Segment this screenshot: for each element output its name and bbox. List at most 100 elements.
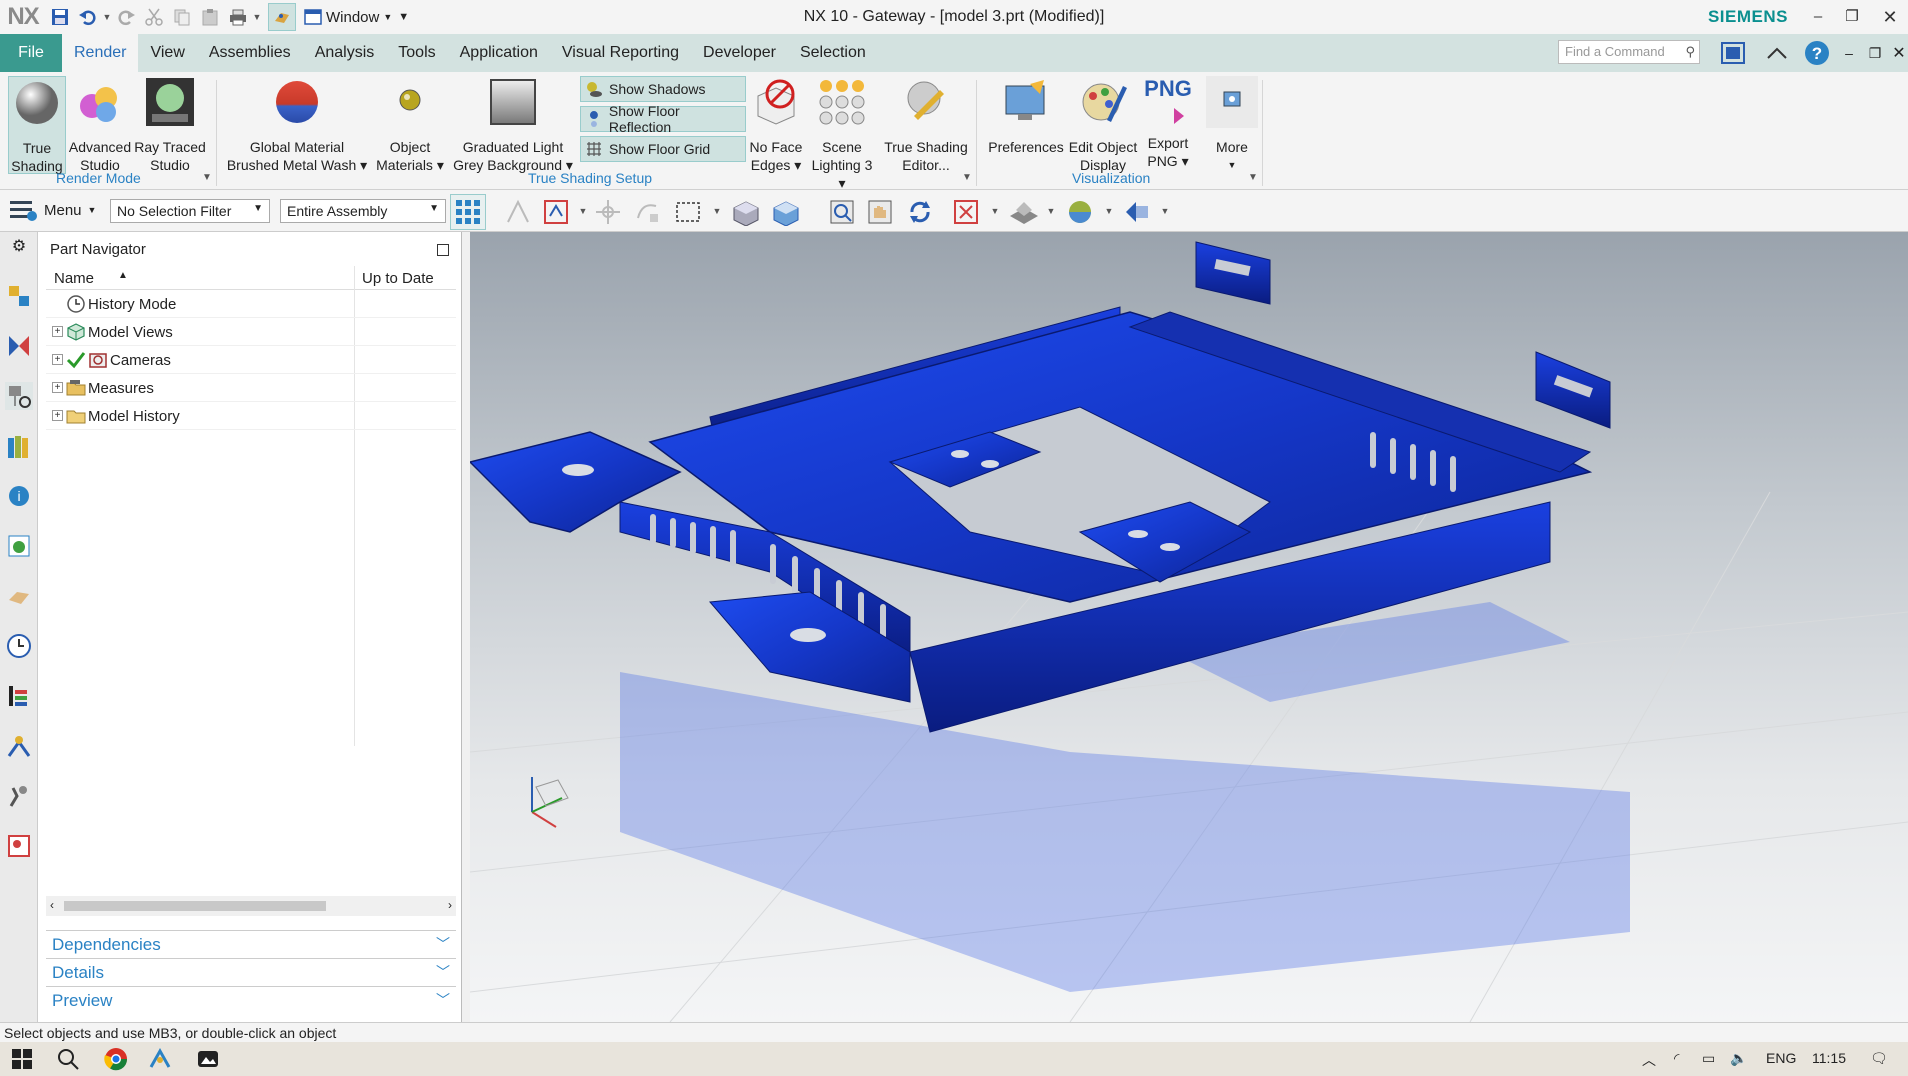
global-material-button[interactable]: Global Material Brushed Metal Wash ▾ xyxy=(226,76,368,174)
details-panel[interactable]: Details ﹀ xyxy=(46,958,456,984)
rectangle-select-caret[interactable]: ▼ xyxy=(712,206,722,216)
graphics-window[interactable] xyxy=(470,232,1908,1022)
object-materials-button[interactable]: Object Materials ▾ xyxy=(374,76,446,174)
point-on-curve-icon[interactable] xyxy=(542,198,570,226)
redo-icon[interactable] xyxy=(112,3,140,31)
main-menu-button[interactable]: Menu ▼ xyxy=(8,198,96,222)
snap-caret[interactable]: ▼ xyxy=(578,206,588,216)
background-icon[interactable] xyxy=(1066,198,1094,226)
web-browser-icon[interactable] xyxy=(5,532,33,560)
selection-scope-dropdown[interactable]: Entire Assembly ▼ xyxy=(280,199,446,223)
cut-icon[interactable] xyxy=(140,3,168,31)
true-shading-button[interactable]: True Shading xyxy=(8,76,66,174)
expand-icon[interactable]: + xyxy=(52,326,63,337)
scroll-thumb[interactable] xyxy=(64,901,326,911)
show-floor-grid-toggle[interactable]: Show Floor Grid xyxy=(580,136,746,162)
rectangle-select-icon[interactable] xyxy=(674,198,702,226)
rendering-style-icon[interactable] xyxy=(1008,198,1038,226)
print-icon[interactable] xyxy=(224,3,252,31)
reuse-library-icon[interactable] xyxy=(5,432,33,460)
tab-application[interactable]: Application xyxy=(448,34,550,72)
tree-row-cameras[interactable]: + Cameras xyxy=(46,346,456,374)
pan-hand-icon[interactable] xyxy=(866,198,894,226)
nx-app-icon[interactable] xyxy=(148,1047,172,1071)
system-clock[interactable]: 11:15 xyxy=(1812,1050,1846,1066)
background-caret[interactable]: ▼ xyxy=(1104,206,1114,216)
preferences-button[interactable]: Preferences xyxy=(988,76,1064,156)
undo-list-caret[interactable]: ▼ xyxy=(102,12,112,22)
tab-visual-reporting[interactable]: Visual Reporting xyxy=(550,34,691,72)
resource-bar-settings-icon[interactable]: ⚙ xyxy=(5,236,33,256)
search-icon[interactable] xyxy=(56,1047,80,1071)
full-screen-icon[interactable] xyxy=(1718,38,1748,68)
preview-panel[interactable]: Preview ﹀ xyxy=(46,986,456,1012)
show-floor-reflection-toggle[interactable]: Show Floor Reflection xyxy=(580,103,746,135)
point-constructor-icon[interactable] xyxy=(594,198,622,226)
constraint-navigator-icon[interactable] xyxy=(5,332,33,360)
rotate-view-icon[interactable] xyxy=(906,198,934,226)
scroll-left-icon[interactable]: ‹ xyxy=(50,898,54,912)
column-uptodate-header[interactable]: Up to Date xyxy=(362,270,434,287)
scroll-right-icon[interactable]: › xyxy=(448,898,452,912)
manufacturing-wizards-icon[interactable] xyxy=(5,732,33,760)
expand-icon[interactable]: + xyxy=(52,354,63,365)
lasso-select-icon[interactable] xyxy=(634,198,662,226)
process-studio-icon[interactable] xyxy=(5,682,33,710)
tree-row-model-history[interactable]: + Model History xyxy=(46,402,456,430)
tree-row-measures[interactable]: + Measures xyxy=(46,374,456,402)
tab-developer[interactable]: Developer xyxy=(691,34,788,72)
tab-view[interactable]: View xyxy=(138,34,196,72)
render-mode-group-caret[interactable]: ▼ xyxy=(202,172,212,183)
no-face-edges-button[interactable]: No Face Edges ▾ xyxy=(748,76,804,174)
horizontal-scrollbar[interactable]: ‹ › xyxy=(46,896,456,916)
roles-icon[interactable] xyxy=(5,782,33,810)
shaded-view-icon[interactable] xyxy=(730,198,759,227)
chrome-icon[interactable] xyxy=(104,1047,128,1071)
save-icon[interactable] xyxy=(46,3,74,31)
column-name-header[interactable]: Name xyxy=(54,270,94,287)
tab-assemblies[interactable]: Assemblies xyxy=(197,34,303,72)
isometric-view-icon[interactable] xyxy=(770,198,799,227)
customize-caret[interactable]: ▼ xyxy=(398,11,409,23)
advanced-studio-button[interactable]: Advanced Studio xyxy=(68,76,132,174)
wifi-icon[interactable]: ◜ xyxy=(1674,1050,1679,1067)
selection-filter-dropdown[interactable]: No Selection Filter ▼ xyxy=(110,199,270,223)
history-clock-icon[interactable] xyxy=(5,632,33,660)
history-palette-icon[interactable] xyxy=(5,582,33,610)
fit-caret[interactable]: ▼ xyxy=(990,206,1000,216)
restore-button[interactable]: ❐ xyxy=(1838,4,1866,30)
print-caret[interactable]: ▼ xyxy=(252,12,262,22)
close-button[interactable]: ✕ xyxy=(1876,4,1904,30)
tree-row-model-views[interactable]: + Model Views xyxy=(46,318,456,346)
visualization-group-caret[interactable]: ▼ xyxy=(1248,172,1258,183)
window-menu[interactable]: Window ▼ ▼ xyxy=(304,8,409,26)
hd3d-tools-icon[interactable]: i xyxy=(5,482,33,510)
fit-view-icon[interactable] xyxy=(828,198,856,226)
touch-mode-icon[interactable] xyxy=(268,3,296,31)
snap-point-icon[interactable] xyxy=(504,198,532,226)
find-command-input[interactable]: Find a Command ⚲ xyxy=(1558,40,1700,64)
part-navigator-icon[interactable] xyxy=(5,382,33,410)
tab-analysis[interactable]: Analysis xyxy=(303,34,387,72)
paste-icon[interactable] xyxy=(196,3,224,31)
true-shading-editor-button[interactable]: True Shading Editor... xyxy=(880,76,972,174)
volume-icon[interactable]: 🔈 xyxy=(1730,1050,1747,1067)
tab-render[interactable]: Render xyxy=(62,34,139,72)
undo-icon[interactable] xyxy=(74,3,102,31)
assembly-navigator-icon[interactable] xyxy=(5,282,33,310)
edit-object-display-button[interactable]: Edit Object Display xyxy=(1066,76,1140,174)
ray-traced-studio-button[interactable]: Ray Traced Studio xyxy=(134,76,206,174)
expand-icon[interactable]: + xyxy=(52,410,63,421)
system-scenes-icon[interactable] xyxy=(5,832,33,860)
file-tab[interactable]: File xyxy=(0,34,62,72)
dependencies-panel[interactable]: Dependencies ﹀ xyxy=(46,930,456,956)
true-shading-setup-group-caret[interactable]: ▼ xyxy=(962,172,972,183)
clipping-caret[interactable]: ▼ xyxy=(1160,206,1170,216)
help-icon[interactable]: ? xyxy=(1802,38,1832,68)
fit-all-icon[interactable] xyxy=(952,198,980,226)
graduated-light-button[interactable]: Graduated Light Grey Background ▾ xyxy=(452,76,574,174)
show-shadows-toggle[interactable]: Show Shadows xyxy=(580,76,746,102)
photos-app-icon[interactable] xyxy=(196,1047,220,1071)
expand-icon[interactable]: + xyxy=(52,382,63,393)
battery-icon[interactable]: ▭ xyxy=(1702,1050,1715,1067)
